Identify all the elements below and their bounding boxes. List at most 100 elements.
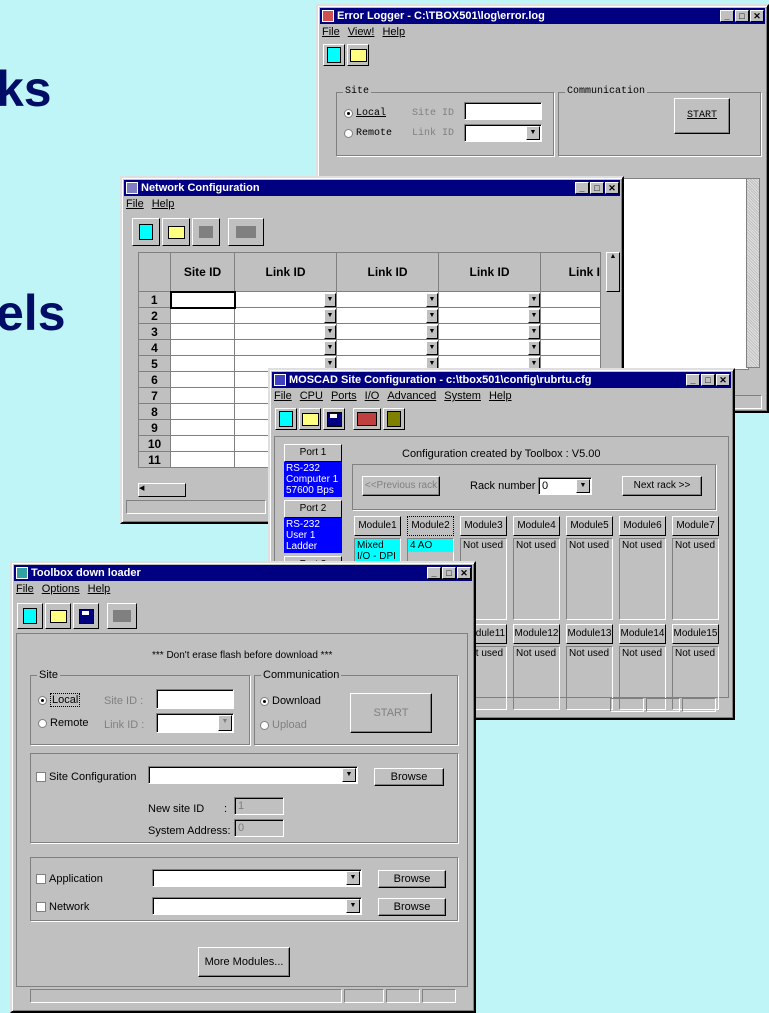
system-address-input[interactable]: 0 [234, 819, 284, 837]
start-button[interactable]: START [674, 98, 730, 134]
application-combo[interactable]: ▼ [152, 869, 362, 887]
module-header[interactable]: Module7 [672, 516, 719, 536]
moscad-titlebar[interactable]: MOSCAD Site Configuration - c:\tbox501\c… [272, 372, 731, 388]
download-button[interactable] [353, 408, 381, 430]
module-slot[interactable]: Not used [513, 646, 560, 710]
site-id-cell[interactable] [169, 290, 236, 309]
remote-radio[interactable]: Remote [38, 717, 89, 729]
menu-io[interactable]: I/O [365, 390, 380, 405]
link-id-combo[interactable]: ▼ [464, 124, 542, 142]
chevron-down-icon[interactable]: ▼ [526, 126, 540, 140]
chevron-down-icon[interactable]: ▼ [426, 340, 438, 355]
application-checkbox[interactable]: Application [36, 873, 103, 885]
site-id-cell[interactable] [170, 403, 235, 420]
site-id-input[interactable] [156, 689, 234, 709]
link-id-cell[interactable]: ▼ [336, 307, 439, 324]
chevron-down-icon[interactable]: ▼ [324, 340, 336, 355]
module-slot[interactable]: Not used [672, 538, 719, 620]
row-header[interactable]: 1 [138, 291, 171, 308]
save-button[interactable] [323, 408, 345, 430]
column-header[interactable]: Link I [540, 252, 601, 292]
menu-system[interactable]: System [444, 390, 481, 405]
upload-radio[interactable]: Upload [260, 719, 307, 731]
site-id-cell[interactable] [170, 371, 235, 388]
site-id-cell[interactable] [170, 451, 235, 468]
module-header[interactable]: Module15 [672, 624, 719, 644]
minimize-button[interactable]: _ [720, 10, 734, 22]
link-id-cell[interactable]: ▼ [234, 323, 337, 340]
row-header[interactable]: 4 [138, 339, 171, 356]
link-id-cell[interactable]: ▼ [234, 291, 337, 308]
minimize-button[interactable]: _ [575, 182, 589, 194]
link-id-cell[interactable]: ▼ [438, 291, 541, 308]
row-header[interactable]: 9 [138, 419, 171, 436]
site-configuration-combo[interactable]: ▼ [148, 766, 358, 784]
browse-application-button[interactable]: Browse [378, 870, 446, 888]
menu-help[interactable]: Help [88, 583, 111, 598]
download-button[interactable] [107, 603, 137, 629]
maximize-button[interactable]: □ [590, 182, 604, 194]
menu-help[interactable]: Help [152, 198, 175, 213]
module-header[interactable]: Module6 [619, 516, 666, 536]
menu-file[interactable]: File [322, 26, 340, 41]
link-id-cell[interactable] [540, 291, 601, 308]
row-header[interactable]: 11 [138, 451, 171, 468]
maximize-button[interactable]: □ [701, 374, 715, 386]
chevron-down-icon[interactable]: ▼ [218, 715, 232, 731]
chevron-down-icon[interactable]: ▼ [576, 479, 590, 493]
module-slot[interactable]: Not used [566, 646, 613, 710]
new-button[interactable] [132, 218, 160, 246]
chevron-down-icon[interactable]: ▼ [426, 308, 438, 323]
row-header[interactable]: 10 [138, 435, 171, 452]
toolbox-titlebar[interactable]: Toolbox down loader _ □ ✕ [14, 565, 472, 581]
link-id-cell[interactable]: ▼ [438, 307, 541, 324]
chevron-down-icon[interactable]: ▼ [528, 340, 540, 355]
maximize-button[interactable]: □ [735, 10, 749, 22]
menu-file[interactable]: File [126, 198, 144, 213]
link-id-cell[interactable] [540, 323, 601, 340]
port-tab[interactable]: Port 1 [284, 444, 342, 462]
chevron-down-icon[interactable]: ▼ [346, 899, 360, 913]
download-button[interactable] [228, 218, 264, 246]
chevron-down-icon[interactable]: ▼ [342, 768, 356, 782]
remote-radio[interactable]: Remote [344, 128, 392, 139]
network-combo[interactable]: ▼ [152, 897, 362, 915]
chevron-down-icon[interactable]: ▼ [528, 308, 540, 323]
module-header[interactable]: Module4 [513, 516, 560, 536]
log-text-area[interactable] [622, 178, 749, 370]
chevron-down-icon[interactable]: ▼ [324, 308, 336, 323]
module-header[interactable]: Module2 [407, 516, 454, 536]
site-id-cell[interactable] [170, 387, 235, 404]
hardware-button[interactable] [383, 408, 405, 430]
site-id-cell[interactable] [170, 307, 235, 324]
module-slot[interactable]: Not used [513, 538, 560, 620]
network-config-titlebar[interactable]: Network Configuration _ □ ✕ [124, 180, 620, 196]
new-button[interactable] [17, 603, 43, 629]
browse-site-configuration-button[interactable]: Browse [374, 768, 444, 786]
link-id-cell[interactable]: ▼ [438, 339, 541, 356]
site-id-cell[interactable] [170, 419, 235, 436]
site-configuration-checkbox[interactable]: Site Configuration [36, 771, 136, 783]
open-button[interactable] [347, 44, 369, 66]
menu-ports[interactable]: Ports [331, 390, 357, 405]
chevron-down-icon[interactable]: ▼ [528, 292, 540, 307]
browse-network-button[interactable]: Browse [378, 898, 446, 916]
chevron-down-icon[interactable]: ▼ [346, 871, 360, 885]
local-radio[interactable]: Local [344, 108, 386, 119]
link-id-combo[interactable]: ▼ [156, 713, 234, 733]
minimize-button[interactable]: _ [427, 567, 441, 579]
link-id-cell[interactable]: ▼ [234, 339, 337, 356]
menu-advanced[interactable]: Advanced [387, 390, 436, 405]
menu-options[interactable]: Options [42, 583, 80, 598]
port-tab[interactable]: Port 2 [284, 500, 342, 518]
maximize-button[interactable]: □ [442, 567, 456, 579]
grid-horizontal-scrollbar[interactable]: ◀ [138, 483, 186, 497]
new-button[interactable] [275, 408, 297, 430]
menu-file[interactable]: File [16, 583, 34, 598]
site-id-input[interactable] [464, 102, 542, 120]
start-button[interactable]: START [350, 693, 432, 733]
save-button[interactable] [73, 603, 99, 629]
module-slot[interactable]: Not used [566, 538, 613, 620]
row-header[interactable]: 8 [138, 403, 171, 420]
menu-file[interactable]: File [274, 390, 292, 405]
